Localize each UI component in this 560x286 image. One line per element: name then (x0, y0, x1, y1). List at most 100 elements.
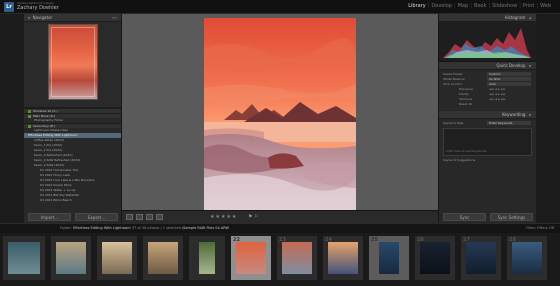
filmstrip-thumbnail[interactable]: 25 (368, 235, 410, 281)
navigator-label: Navigator (32, 15, 53, 20)
loupe-view-icon[interactable] (126, 214, 133, 220)
quick-develop-row-label: Exposure (459, 87, 473, 91)
quick-develop-row-label: Reset All (459, 102, 473, 106)
module-map[interactable]: Map (457, 3, 470, 9)
right-panel: Histogram ◀ Quick Develop ▼ Saved Preset… (438, 14, 536, 223)
folder-label: Photography Folder (34, 118, 64, 122)
histogram-graph (443, 28, 531, 58)
filmstrip-thumbnail[interactable]: 24 (322, 235, 364, 281)
quick-develop-rows: Saved Preset Custom White Balance As Shot To… (439, 70, 536, 107)
folder-label: Kevin_2 Pre (2022) (34, 148, 63, 152)
main-photo[interactable] (204, 18, 356, 212)
keywording-header[interactable]: Keywording ▼ (439, 111, 536, 119)
module-library[interactable]: Library (407, 3, 426, 9)
collapse-triangle-icon[interactable]: ◀ (529, 16, 531, 20)
keyword-suggestions-label: Keyword Suggestions (443, 158, 476, 162)
histogram-header[interactable]: Histogram ◀ (439, 14, 536, 22)
histogram (439, 22, 536, 62)
navigator-preview[interactable] (24, 22, 121, 108)
loupe-view[interactable] (122, 14, 438, 223)
thumbnail-image (102, 242, 132, 274)
keyword-input[interactable]: Click here to add keywords (443, 128, 532, 156)
thumbnail-image (236, 242, 266, 274)
folder-label: K1 2022 Homemaker Tile (40, 168, 78, 172)
filmstrip-thumbnail[interactable] (142, 235, 184, 281)
navigator-view-rect[interactable] (51, 27, 95, 97)
quick-develop-adjust-buttons[interactable]: ◀◀ ◀ ▶ ▶▶ (487, 87, 531, 91)
collapse-triangle-icon[interactable]: ▼ (28, 16, 30, 20)
quick-develop-select[interactable]: Custom (487, 72, 531, 76)
filmstrip-bar: Folder: Effortless Editing With Lightroo… (0, 223, 560, 233)
quick-develop-adjust-buttons[interactable]: ◀◀ ◀ ▶ ▶▶ (487, 97, 531, 101)
folder-label: Coffee Retail (2022) (34, 138, 65, 142)
filmstrip-thumbnail[interactable] (2, 235, 46, 281)
folder-label: K4 2021 Cool Lake & Little Mountain (40, 178, 95, 182)
filmstrip-thumbnail[interactable]: 27 (460, 235, 502, 281)
grid-view-icon[interactable] (136, 214, 143, 220)
filmstrip-thumbnail[interactable]: 22 (230, 235, 272, 281)
navigator-thumbnail (48, 24, 98, 100)
folders-list: Windows 10 (C:) Main Book (D:) Photography… (24, 108, 121, 203)
import-export-buttons: Import... Export... (28, 213, 118, 221)
thumbnail-image (282, 242, 312, 274)
navigator-zoom[interactable]: FIT (113, 14, 117, 22)
export-button[interactable]: Export... (75, 213, 118, 221)
selected-file: /Sample RAW Files 04.ARW (182, 226, 229, 230)
collapse-triangle-icon[interactable]: ▼ (529, 64, 531, 68)
thumbnail-image (8, 242, 40, 274)
left-panel: ▼ Navigator FIT Windows 10 (C:) Main Book… (24, 14, 122, 223)
filter-label: Filter: (526, 226, 537, 230)
thumbnail-image (148, 242, 178, 274)
folder-name: Effortless Editing With Lightroom (73, 226, 131, 230)
filmstrip-source[interactable]: Folder: Effortless Editing With Lightroo… (60, 226, 229, 230)
folder-label: Kevin_3 Refreshed (2022) (34, 153, 73, 157)
quick-develop-select[interactable]: As Shot (487, 77, 531, 81)
flag-buttons[interactable]: ⚑ ⚐ (248, 214, 259, 220)
folder-label: K4 2021 Fancy Lake (40, 173, 70, 177)
left-edge-strip (0, 14, 24, 223)
histogram-label: Histogram (504, 15, 526, 20)
folder-label: Kevin_1 Pre (2022) (34, 143, 63, 147)
sync-buttons: Sync Sync Settings (443, 213, 533, 221)
sync-settings-button[interactable]: Sync Settings (490, 213, 533, 221)
module-print[interactable]: Print (522, 3, 536, 9)
quick-develop-row-label: Vibrance (459, 97, 473, 101)
collapse-triangle-icon[interactable]: ▼ (529, 113, 531, 117)
star-rating[interactable]: ★★★★★ (210, 214, 237, 220)
compare-view-icon[interactable] (146, 214, 153, 220)
navigator-header[interactable]: ▼ Navigator FIT (24, 14, 121, 22)
filmstrip-thumbnail[interactable]: 28 (506, 235, 548, 281)
filmstrip-thumbnail[interactable] (96, 235, 138, 281)
filmstrip-thumbnail[interactable] (188, 235, 226, 281)
folder-label: Lightroom Masterclass (34, 128, 68, 132)
quick-develop-row-label: White Balance (443, 77, 465, 81)
module-web[interactable]: Web (539, 3, 552, 9)
filter-value: Filters Off (537, 226, 554, 230)
filmstrip-filter[interactable]: Filter: Filters Off (526, 226, 554, 230)
photo-count: 37 of 38 photos / 1 selected (131, 226, 181, 230)
survey-view-icon[interactable] (156, 214, 163, 220)
keyword-tags-select[interactable]: Enter Keywords (487, 121, 531, 125)
library-toolbar: ★★★★★ ⚑ ⚐ (122, 210, 438, 223)
keyword-suggestions-row[interactable]: Keyword Suggestions (439, 158, 536, 163)
import-button[interactable]: Import... (28, 213, 71, 221)
folder-row[interactable]: K3 2021 Bikini Beach (24, 198, 121, 203)
identity-bar: Lr Adobe Lightroom Classic Zachary Doehl… (0, 0, 560, 14)
keywording-label: Keywording (502, 112, 526, 117)
sync-button[interactable]: Sync (443, 213, 486, 221)
quick-develop-adjust-buttons[interactable]: ◀◀ ◀ ▶ ▶▶ (487, 92, 531, 96)
quick-develop-select[interactable]: Auto (487, 82, 531, 86)
module-picker: Library | Develop | Map | Book | Slideshow | Print… (407, 3, 552, 9)
filmstrip-thumbnail[interactable] (50, 235, 92, 281)
module-book[interactable]: Book (473, 3, 487, 9)
quick-develop-row-label: Clarity (459, 92, 469, 96)
module-develop[interactable]: Develop (430, 3, 453, 9)
filmstrip-thumbnail[interactable]: 26 (414, 235, 456, 281)
folder-label: Kevin_4 RAW Refreshed (2022) (34, 158, 81, 162)
quick-develop-label: Quick Develop (496, 63, 526, 68)
module-slideshow[interactable]: Slideshow (491, 3, 518, 9)
keyword-hint: Click here to add keywords (446, 149, 487, 153)
quick-develop-header[interactable]: Quick Develop ▼ (439, 62, 536, 70)
thumbnail-image (466, 242, 496, 274)
filmstrip-thumbnail[interactable]: 23 (276, 235, 318, 281)
